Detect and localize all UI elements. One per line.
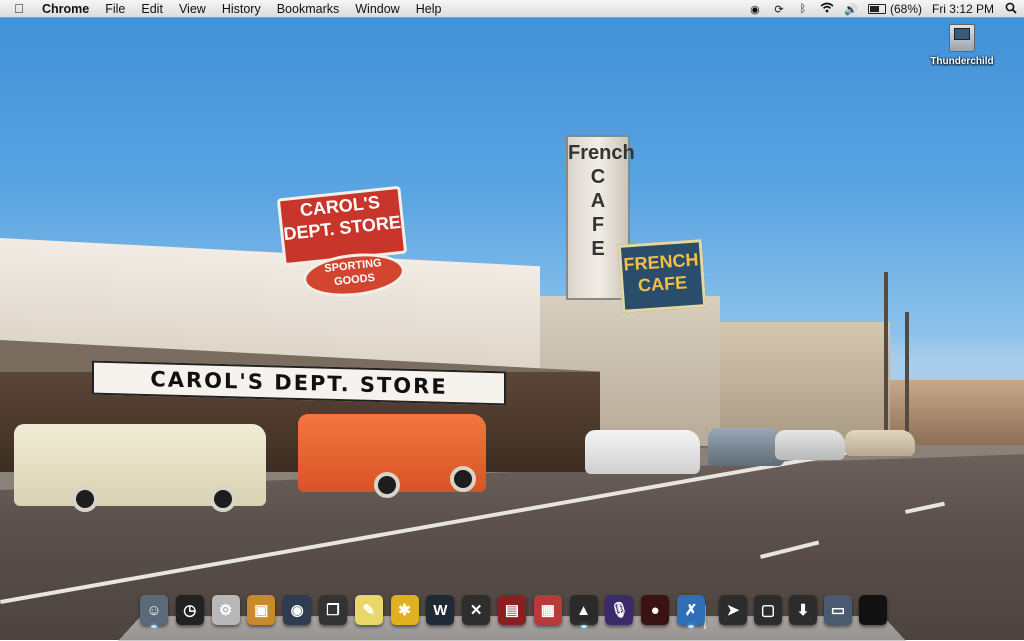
system-preferences-icon[interactable]: ⚙ [211,595,240,625]
apple-icon[interactable]:  [0,1,38,16]
menu-bookmarks[interactable]: Bookmarks [269,2,348,16]
vlc-cone-icon[interactable]: ▲ [569,595,598,625]
desktop-stack-icon[interactable]: ▭ [824,595,852,625]
running-indicator [580,625,587,628]
red-app-icon[interactable]: ● [641,595,670,625]
status-menus: ◉ ⟳ ᛒ 🔊 (68%) Fri 3:12 PM [748,0,1018,18]
running-indicator [151,625,157,628]
wallpaper-car-orange [298,414,486,498]
wallpaper-car-far [775,430,845,460]
battery-percent: (68%) [889,2,922,16]
downloads-folder-icon[interactable]: ⬇ [789,595,817,625]
app-menu[interactable]: Chrome [38,2,97,16]
running-indicator [688,625,694,628]
volume-icon[interactable]: 🔊 [844,3,858,16]
hard-drive-icon [949,24,975,52]
bluetooth-icon[interactable]: ᛒ [796,3,810,15]
stickies-icon[interactable]: ✎ [354,595,383,625]
wallpaper-car-white [585,430,700,474]
applications-folder-icon[interactable]: ➤ [719,595,747,625]
red-book-icon[interactable]: ▤ [498,595,526,625]
asterisk-app-icon[interactable]: ✱ [390,595,419,625]
battery-icon [867,4,886,14]
wifi-icon[interactable] [820,2,834,16]
safari-icon[interactable]: ◉ [283,595,312,625]
battery-fill [869,6,880,12]
x-tools-icon[interactable]: ✕ [462,595,491,625]
wallpaper-car-cream [14,424,266,512]
spotlight-eye-icon[interactable]: ◉ [748,3,762,16]
desktop-icon-label: Thunderchild [930,56,994,67]
documents-folder-icon[interactable]: ▢ [754,595,782,625]
wallpaper-car-gray [708,428,784,466]
photo-app-icon[interactable]: ▣ [247,595,276,625]
battery-status[interactable]: (68%) [867,2,922,16]
window-manager-icon[interactable]: ❐ [319,595,347,625]
wallpaper-pole [884,272,888,450]
microphone-icon[interactable]: 🎙 [605,595,634,625]
menu-help[interactable]: Help [408,2,450,16]
trash-icon[interactable] [859,595,887,625]
finder-icon[interactable]: ☺ [140,595,168,625]
wallpaper-pole [905,312,909,448]
menu-clock[interactable]: Fri 3:12 PM [932,2,994,16]
w-app-icon[interactable]: W [426,595,455,625]
menu-bar:  Chrome File Edit View History Bookmark… [0,0,1024,18]
menu-edit[interactable]: Edit [133,2,171,16]
wallpaper-sign-carols: CAROL'S DEPT. STORE [276,185,408,267]
wallpaper-car-far [845,430,915,456]
menu-file[interactable]: File [97,2,133,16]
xcode-icon[interactable]: ✗ [677,595,705,625]
menu-view[interactable]: View [171,2,214,16]
wallpaper-sign-french-cafe: FRENCH CAFE [617,239,707,313]
dock: ☺ ◷ ⚙ ▣ ◉ ❐ ✎ ✱ W ✕ ▤ ▦ ▲ 🎙 ● ✗ ➤ ▢ ⬇ ▭ [118,589,906,641]
menu-window[interactable]: Window [347,2,407,16]
sync-icon[interactable]: ⟳ [772,3,786,16]
clock-icon[interactable]: ◷ [175,595,204,625]
spotlight-search-icon[interactable] [1004,2,1018,17]
wallpaper-building [700,322,890,442]
desktop-icon-thunderchild[interactable]: Thunderchild [926,24,998,67]
desktop-wallpaper: CAROL'S DEPT. STORE French C A F E FRENC… [0,0,1024,640]
menu-history[interactable]: History [214,2,269,16]
calendar-icon[interactable]: ▦ [533,595,562,625]
